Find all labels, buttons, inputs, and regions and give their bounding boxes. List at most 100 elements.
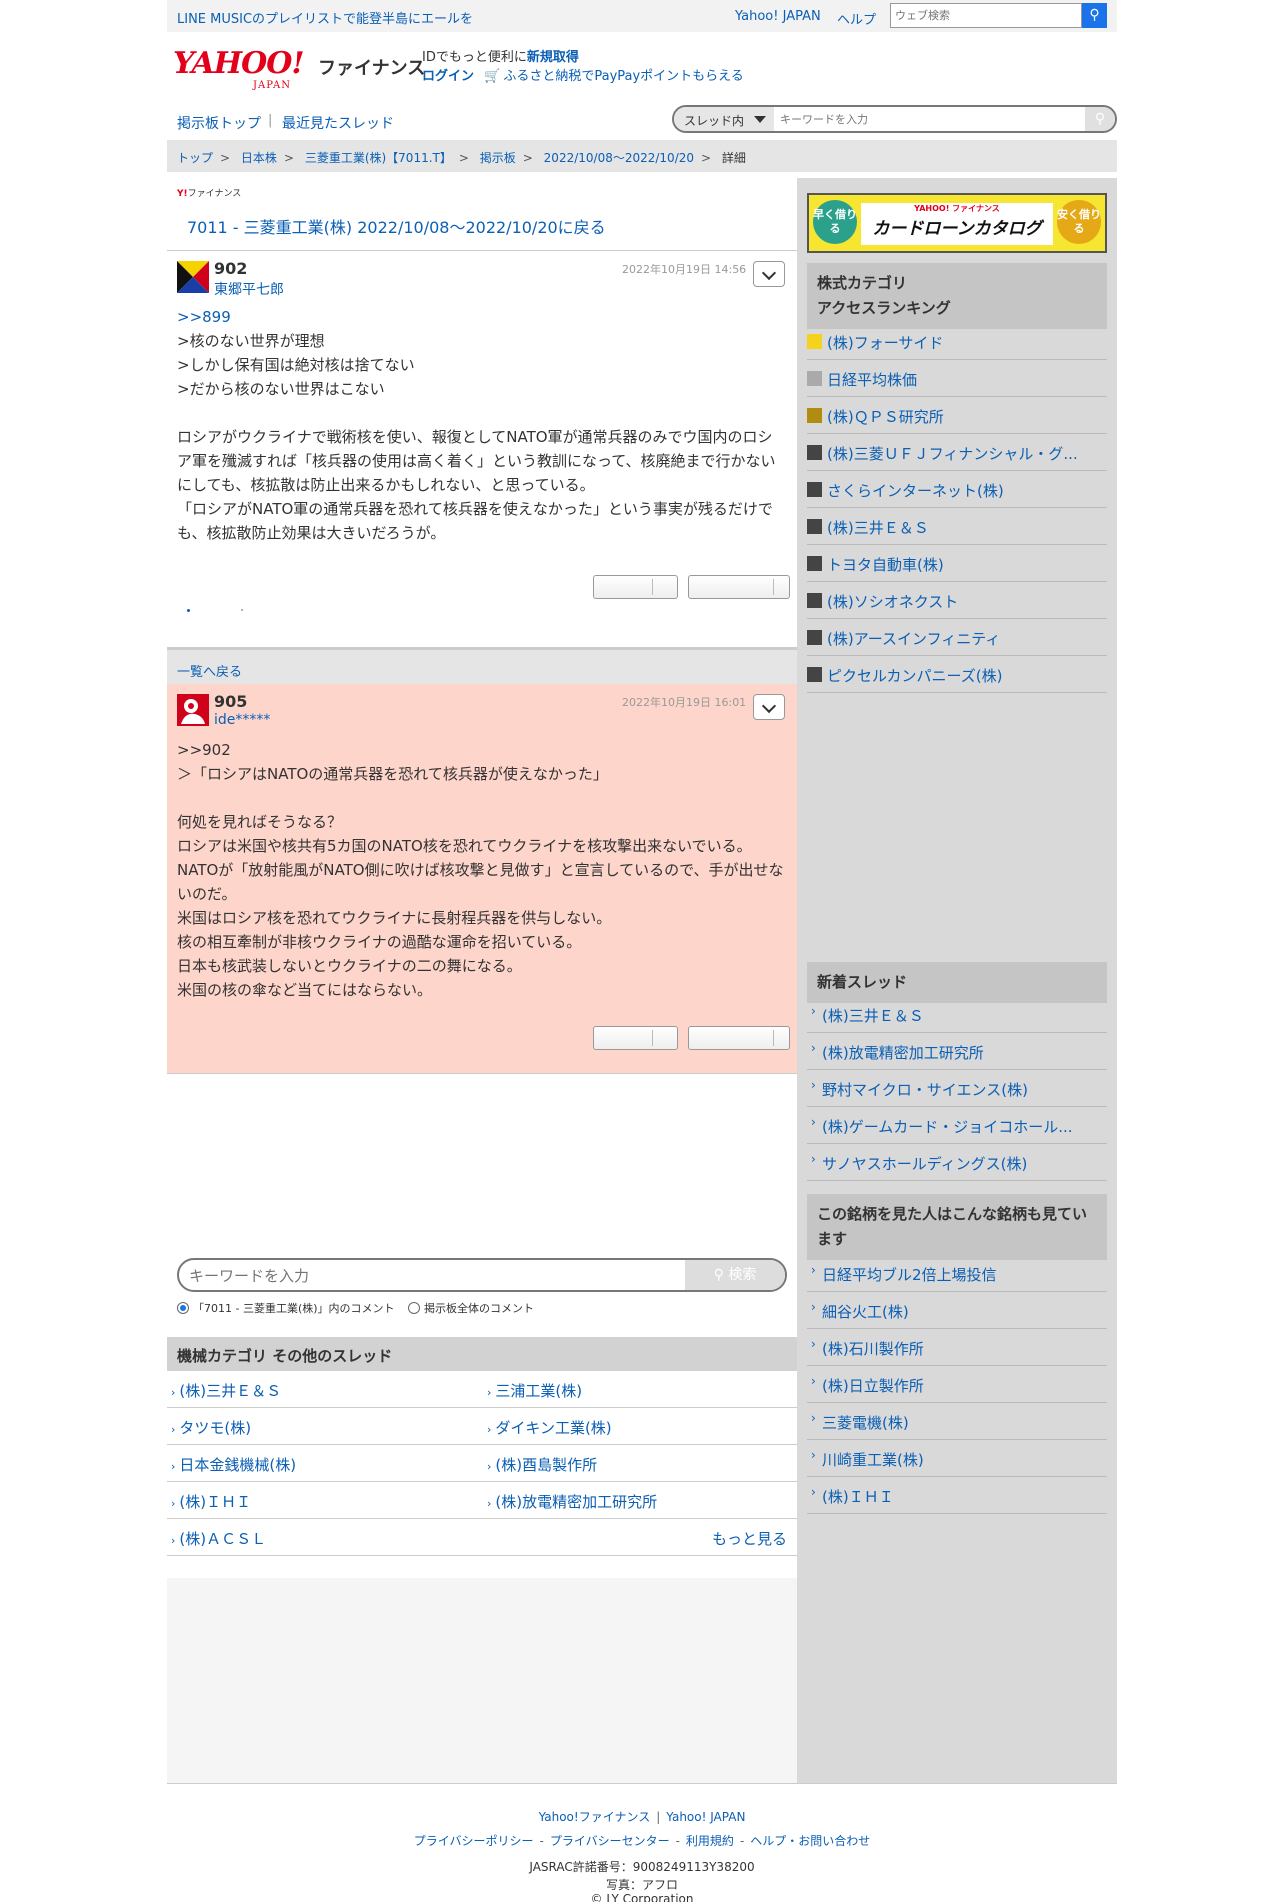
- sidebar-stock-link[interactable]: 細谷火工(株): [807, 1292, 1107, 1329]
- other-thread-link[interactable]: (株)放電精密加工研究所: [487, 1491, 657, 1512]
- sidebar-item-label: さくらインターネット(株): [827, 482, 1004, 500]
- sidebar-item-label: (株)アースインフィニティ: [827, 630, 1001, 648]
- photo-credit: 写真：アフロ: [605, 1878, 678, 1892]
- sidebar-stock-link[interactable]: (株)ＱＰＳ研究所: [807, 397, 1107, 434]
- footer-yjapan-link[interactable]: Yahoo! JAPAN: [666, 1810, 745, 1824]
- login-link[interactable]: ログイン: [422, 69, 474, 84]
- help-contact-link[interactable]: ヘルプ・お問い合わせ: [750, 1834, 870, 1848]
- sidebar-stock-link[interactable]: (株)ＩＨＩ: [807, 1477, 1107, 1514]
- post-menu-button[interactable]: [753, 261, 785, 287]
- privacy-policy-link[interactable]: プライバシーポリシー: [414, 1834, 534, 1848]
- rank-marker-icon: [807, 630, 822, 645]
- breadcrumb-jp-stocks[interactable]: 日本株: [241, 151, 277, 165]
- copyright: © LY Corporation: [590, 1892, 694, 1902]
- comment-post-highlighted: 905 ide***** 2022年10月19日 16:01 >>902 ＞「ロ…: [167, 684, 797, 1074]
- post-user-link[interactable]: ide*****: [214, 712, 270, 728]
- furusato-link[interactable]: ふるさと納税でPayPayポイントもらえる: [503, 69, 743, 84]
- sidebar-stock-link[interactable]: サノヤスホールディングス(株): [807, 1144, 1107, 1181]
- sidebar-stock-link[interactable]: (株)ゲームカード・ジョイコホール...: [807, 1107, 1107, 1144]
- sidebar-stock-link[interactable]: (株)放電精密加工研究所: [807, 1033, 1107, 1070]
- breadcrumb-top[interactable]: トップ: [177, 151, 213, 165]
- radio-board-scope[interactable]: [408, 1302, 421, 1314]
- other-thread-link[interactable]: 三浦工業(株): [487, 1380, 582, 1401]
- sidebar-stock-link[interactable]: (株)アースインフィニティ: [807, 619, 1107, 656]
- thread-keyword-input[interactable]: [780, 109, 1070, 129]
- footer: Yahoo!ファイナンス | Yahoo! JAPAN プライバシーポリシー - プライ…: [167, 1783, 1117, 1902]
- help-link[interactable]: ヘルプ: [837, 9, 876, 28]
- radio-board-label: 掲示板全体のコメント: [424, 1302, 535, 1315]
- terms-link[interactable]: 利用規約: [686, 1834, 734, 1848]
- jasrac-number: JASRAC許諾番号：9008249113Y38200: [529, 1860, 755, 1874]
- post-menu-button[interactable]: [753, 694, 785, 720]
- breadcrumb-period[interactable]: 2022/10/08〜2022/10/20: [544, 151, 694, 165]
- sidebar-stock-link[interactable]: 三菱電機(株): [807, 1403, 1107, 1440]
- web-search-input[interactable]: [891, 4, 1081, 27]
- thread-search-button[interactable]: ⚲: [1085, 107, 1115, 131]
- post-text: >核のない世界が理想 >しかし保有国は絶対核は捨てない >だから核のない世界はこ…: [177, 332, 776, 542]
- dislike-button[interactable]: [688, 1026, 790, 1050]
- yahoo-japan-link[interactable]: Yahoo! JAPAN: [735, 9, 821, 24]
- comment-search-button[interactable]: ⚲ 検索: [685, 1260, 785, 1290]
- footer-yfinance-link[interactable]: Yahoo!ファイナンス: [539, 1810, 651, 1824]
- more-threads-link[interactable]: もっと見る: [712, 1528, 787, 1549]
- post-text: >>902 ＞「ロシアはNATOの通常兵器を恐れて核兵器が使えなかった」 何処を…: [177, 741, 784, 999]
- post-user-link[interactable]: 東郷平七郎: [214, 279, 284, 299]
- breadcrumb-board[interactable]: 掲示板: [480, 151, 516, 165]
- sidebar-item-label: (株)ソシオネクスト: [827, 593, 959, 611]
- sidebar-item-label: 日経平均株価: [827, 371, 918, 389]
- sidebar-stock-link[interactable]: ピクセルカンパニーズ(株): [807, 656, 1107, 693]
- sidebar-stock-link[interactable]: 川崎重工業(株): [807, 1440, 1107, 1477]
- rank-marker-icon: [807, 408, 822, 423]
- other-thread-link[interactable]: (株)ＡＣＳＬ: [171, 1528, 266, 1549]
- sidebar-stock-link[interactable]: 日経平均株価: [807, 360, 1107, 397]
- radio-thread-scope[interactable]: [177, 1302, 189, 1314]
- sidebar-item-label: (株)石川製作所: [822, 1340, 924, 1358]
- privacy-center-link[interactable]: プライバシーセンター: [550, 1834, 670, 1848]
- sidebar-stock-link[interactable]: (株)フォーサイド: [807, 323, 1107, 360]
- card-loan-banner[interactable]: 早く借りる YAHOO! ファイナンス カードローンカタログ 安く借りる: [807, 193, 1107, 253]
- breadcrumb: トップ > 日本株 > 三菱重工業(株)【7011.T】 > 掲示板 > 2022/10…: [167, 140, 1117, 172]
- share-icons: [187, 609, 247, 612]
- web-search-box: [890, 3, 1082, 28]
- reply-anchor-link[interactable]: >>899: [177, 308, 231, 326]
- back-to-thread-link[interactable]: 7011 - 三菱重工業(株) 2022/10/08〜2022/10/20に戻る: [187, 214, 606, 238]
- promo-link[interactable]: LINE MUSICのプレイリストで能登半島にエールを: [177, 8, 473, 27]
- register-link[interactable]: 新規取得: [527, 50, 579, 65]
- search-icon: ⚲: [1094, 111, 1106, 127]
- rank-marker-icon: [807, 667, 822, 682]
- other-thread-link[interactable]: タツモ(株): [171, 1417, 251, 1438]
- post-date: 2022年10月19日 14:56: [622, 263, 747, 276]
- search-icon: ⚲: [1089, 7, 1100, 23]
- sidebar-item-label: サノヤスホールディングス(株): [822, 1155, 1028, 1173]
- sidebar-stock-link[interactable]: (株)ソシオネクスト: [807, 582, 1107, 619]
- other-thread-link[interactable]: 日本金銭機械(株): [171, 1454, 296, 1475]
- comment-keyword-input[interactable]: [189, 1265, 669, 1287]
- rank-marker-icon: [807, 593, 822, 608]
- yahoo-finance-logo[interactable]: YAHOO! JAPAN ファイナンス: [173, 46, 425, 91]
- board-top-link[interactable]: 掲示板トップ: [177, 113, 261, 133]
- other-thread-link[interactable]: (株)三井Ｅ＆Ｓ: [171, 1380, 281, 1401]
- other-thread-link[interactable]: ダイキン工業(株): [487, 1417, 611, 1438]
- breadcrumb-stock[interactable]: 三菱重工業(株)【7011.T】: [305, 151, 452, 165]
- ad-placeholder: [167, 1578, 797, 1783]
- sidebar-item-label: 日経平均ブル2倍上場投信: [822, 1266, 997, 1284]
- sidebar-stock-link[interactable]: (株)日立製作所: [807, 1366, 1107, 1403]
- like-button[interactable]: [593, 1026, 678, 1050]
- other-thread-link[interactable]: (株)酉島製作所: [487, 1454, 597, 1475]
- back-to-list-link[interactable]: 一覧へ戻る: [167, 648, 797, 684]
- web-search-button[interactable]: ⚲: [1082, 3, 1107, 28]
- search-button-label: 検索: [728, 1267, 757, 1283]
- sidebar-stock-link[interactable]: 野村マイクロ・サイエンス(株): [807, 1070, 1107, 1107]
- like-button[interactable]: [593, 575, 678, 599]
- recent-threads-link[interactable]: 最近見たスレッド: [282, 113, 394, 133]
- sidebar-stock-link[interactable]: トヨタ自動車(株): [807, 545, 1107, 582]
- sidebar-stock-link[interactable]: (株)三菱ＵＦＪフィナンシャル・グ...: [807, 434, 1107, 471]
- sidebar-stock-link[interactable]: (株)三井Ｅ＆Ｓ: [807, 508, 1107, 545]
- sidebar-stock-link[interactable]: 日経平均ブル2倍上場投信: [807, 1255, 1107, 1292]
- dislike-button[interactable]: [688, 575, 790, 599]
- other-thread-link[interactable]: (株)ＩＨＩ: [171, 1491, 251, 1512]
- sidebar-stock-link[interactable]: (株)石川製作所: [807, 1329, 1107, 1366]
- scope-select[interactable]: スレッド内: [674, 107, 774, 131]
- sidebar-stock-link[interactable]: さくらインターネット(株): [807, 471, 1107, 508]
- sidebar-stock-link[interactable]: (株)三井Ｅ＆Ｓ: [807, 996, 1107, 1033]
